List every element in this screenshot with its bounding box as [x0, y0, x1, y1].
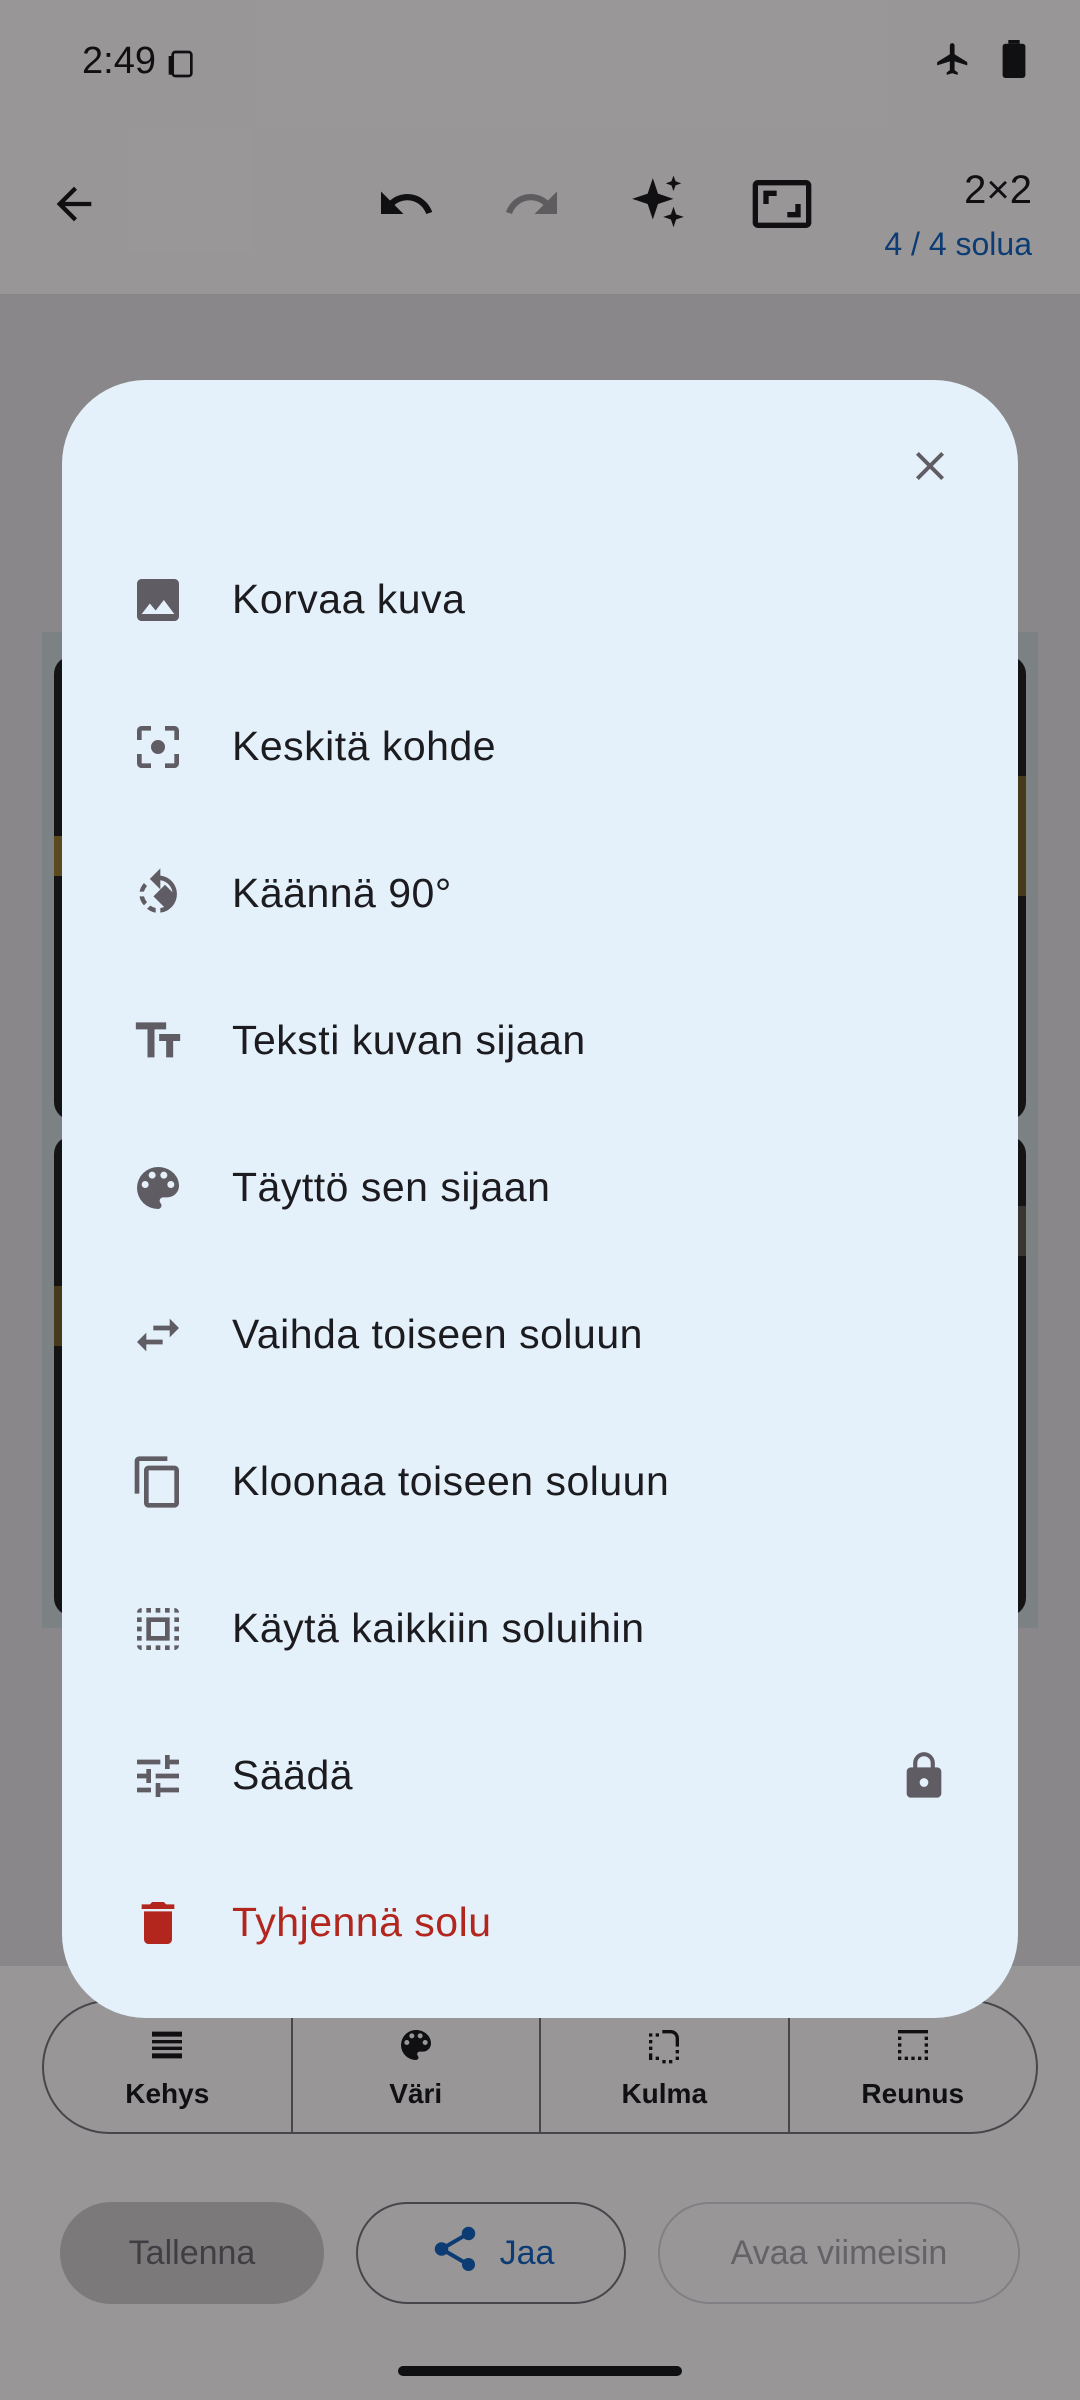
copy-icon [128, 1452, 188, 1512]
menu-item-replace-image[interactable]: Korvaa kuva [62, 526, 1018, 673]
menu-item-label: Säädä [232, 1752, 354, 1798]
cell-options-dialog: Korvaa kuva Keskitä kohde Käännä 90° Tek… [62, 380, 1018, 2018]
select-all-icon [128, 1599, 188, 1659]
delete-icon [128, 1893, 188, 1953]
menu-item-swap-cell[interactable]: Vaihda toiseen soluun [62, 1261, 1018, 1408]
menu-item-label: Käännä 90° [232, 870, 452, 916]
tune-icon [128, 1746, 188, 1806]
palette-icon [128, 1158, 188, 1218]
text-icon [128, 1011, 188, 1071]
menu-item-rotate[interactable]: Käännä 90° [62, 820, 1018, 967]
menu-item-clone-cell[interactable]: Kloonaa toiseen soluun [62, 1408, 1018, 1555]
rotate-icon [128, 864, 188, 924]
menu-item-label: Tyhjennä solu [232, 1899, 492, 1945]
close-icon [906, 442, 954, 495]
menu-item-clear-cell[interactable]: Tyhjennä solu [62, 1849, 1018, 1996]
close-button[interactable] [894, 432, 966, 504]
menu-item-apply-all[interactable]: Käytä kaikkiin soluihin [62, 1555, 1018, 1702]
menu-item-label: Korvaa kuva [232, 576, 466, 622]
menu-item-label: Käytä kaikkiin soluihin [232, 1605, 645, 1651]
center-focus-icon [128, 717, 188, 777]
menu-list: Korvaa kuva Keskitä kohde Käännä 90° Tek… [62, 526, 1018, 1996]
menu-item-label: Teksti kuvan sijaan [232, 1017, 586, 1063]
menu-item-center-subject[interactable]: Keskitä kohde [62, 673, 1018, 820]
menu-item-adjust[interactable]: Säädä [62, 1702, 1018, 1849]
menu-item-label: Kloonaa toiseen soluun [232, 1458, 670, 1504]
lock-icon [894, 1746, 954, 1806]
menu-item-label: Keskitä kohde [232, 723, 497, 769]
menu-item-fill-instead[interactable]: Täyttö sen sijaan [62, 1114, 1018, 1261]
menu-item-text-instead[interactable]: Teksti kuvan sijaan [62, 967, 1018, 1114]
image-icon [128, 570, 188, 630]
swap-icon [128, 1305, 188, 1365]
menu-item-label: Vaihda toiseen soluun [232, 1311, 643, 1357]
menu-item-label: Täyttö sen sijaan [232, 1164, 551, 1210]
